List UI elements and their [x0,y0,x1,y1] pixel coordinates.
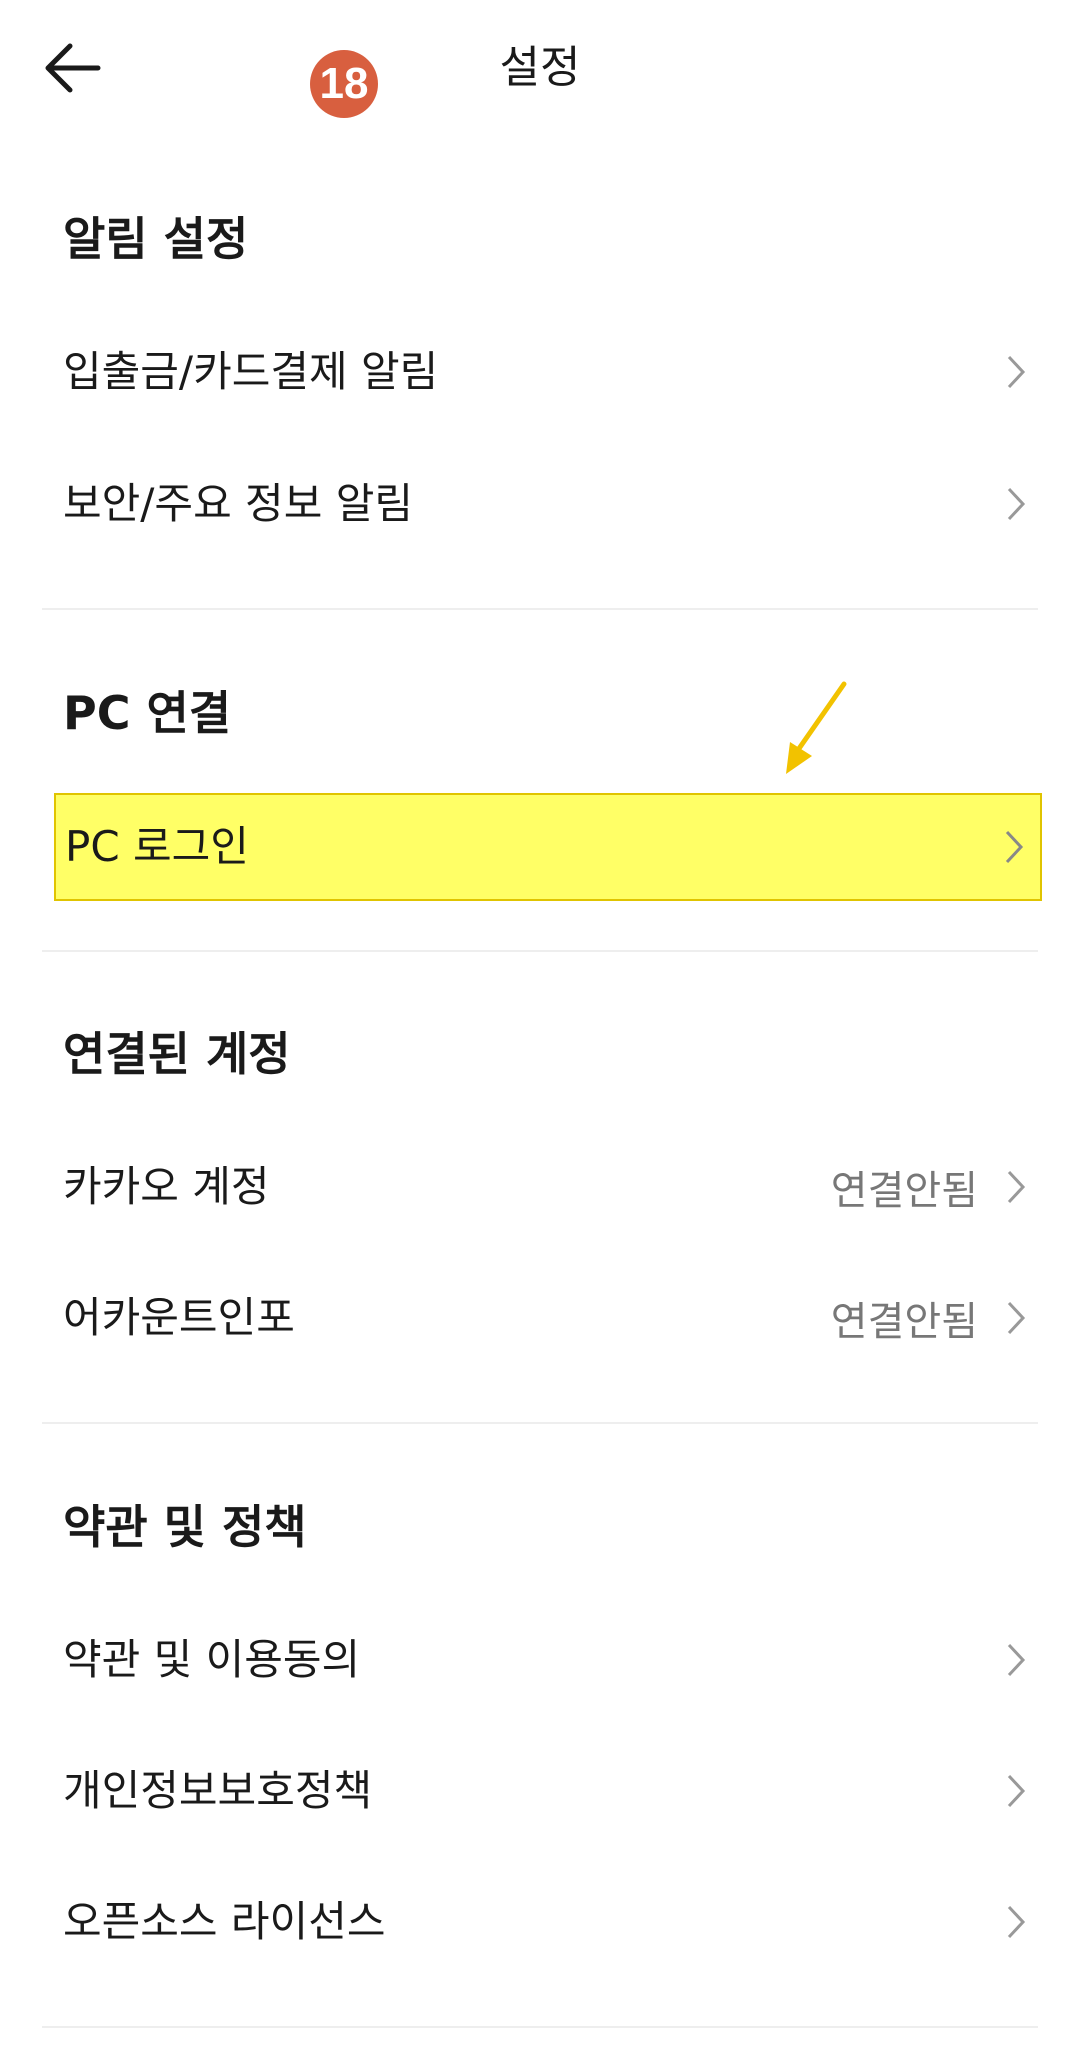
connection-status: 연결안됨 [830,1168,978,1214]
app-header: 18 설정 [0,0,1080,140]
menu-item-kakao-account[interactable]: 카카오 계정 연결안됨 [54,1133,1042,1241]
menu-item-open-source-licenses[interactable]: 오픈소스 라이선스 [54,1868,1042,1976]
menu-item-terms-consent[interactable]: 약관 및 이용동의 [54,1606,1042,1714]
annotation-arrow-icon [786,681,847,774]
section-title-linked-accounts: 연결된 계정 [63,1027,291,1081]
menu-item-label: 입출금/카드결제 알림 [63,347,439,396]
chevron-right-icon [1002,1298,1030,1338]
menu-item-label: 개인정보보호정책 [63,1766,373,1815]
menu-item-label: PC 로그인 [65,822,249,871]
step-number-badge: 18 [310,50,378,118]
chevron-right-icon [1002,1771,1030,1811]
menu-item-label: 보안/주요 정보 알림 [63,479,413,528]
page-title: 설정 [499,42,581,93]
arrow-left-icon [45,43,101,93]
connection-status: 연결안됨 [830,1299,978,1345]
section-divider [42,2026,1038,2028]
menu-item-security-alert[interactable]: 보안/주요 정보 알림 [54,450,1042,558]
chevron-right-icon [1002,1167,1030,1207]
chevron-right-icon [1002,484,1030,524]
menu-item-account-info[interactable]: 어카운트인포 연결안됨 [54,1264,1042,1372]
section-divider [42,1422,1038,1424]
menu-item-label: 카카오 계정 [63,1162,270,1211]
section-title-notifications: 알림 설정 [63,212,249,266]
back-button[interactable] [36,36,108,100]
chevron-right-icon [1002,1640,1030,1680]
menu-item-label: 약관 및 이용동의 [63,1635,361,1684]
section-title-terms-policies: 약관 및 정책 [63,1500,307,1554]
menu-item-deposit-card-alert[interactable]: 입출금/카드결제 알림 [54,318,1042,426]
menu-item-privacy-policy[interactable]: 개인정보보호정책 [54,1737,1042,1845]
section-divider [42,950,1038,952]
section-divider [42,608,1038,610]
chevron-right-icon [1002,1902,1030,1942]
menu-item-pc-login[interactable]: PC 로그인 [54,793,1042,901]
chevron-right-icon [1002,352,1030,392]
chevron-right-icon [1000,827,1028,867]
section-title-pc-connection: PC 연결 [63,686,232,740]
menu-item-label: 오픈소스 라이선스 [63,1897,386,1946]
menu-item-label: 어카운트인포 [63,1293,295,1342]
